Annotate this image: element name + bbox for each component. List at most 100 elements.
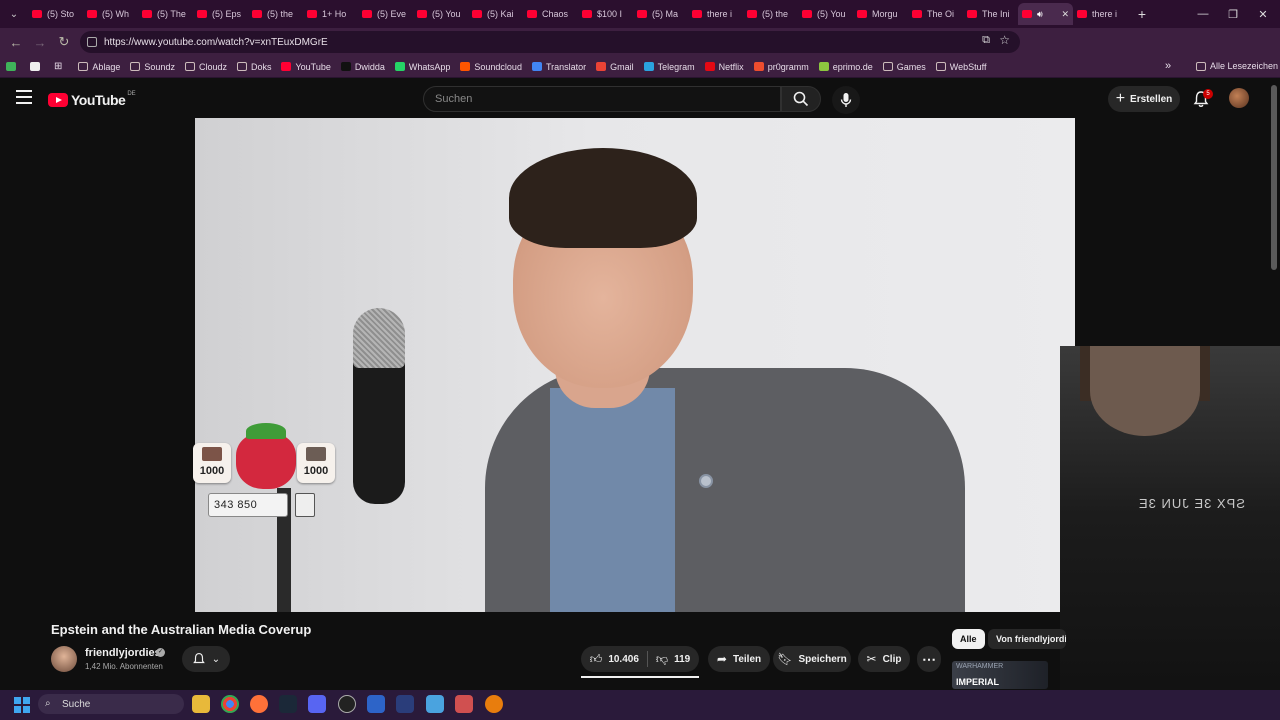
tab-list: (5) Sto (5) Wh (5) The (5) Eps (5) the 1+ Ho (… [28, 3, 1128, 25]
eprimo-icon [818, 62, 829, 71]
browser-tab[interactable]: (5) The [138, 3, 193, 25]
bookmark-item[interactable]: WebStuff [935, 62, 986, 72]
minimize-window-button[interactable]: — [1188, 0, 1218, 28]
site-info-icon[interactable] [87, 37, 97, 47]
bookmark-item[interactable]: Translator [531, 62, 586, 72]
tab-title: The Ini [982, 9, 1010, 19]
steam-icon[interactable] [279, 695, 297, 713]
browser-tab[interactable]: 1+ Ho [303, 3, 358, 25]
browser-tab[interactable]: (5) You [798, 3, 853, 25]
bookmark-item[interactable]: Gmail [596, 62, 634, 72]
overlay-counter-left: 1000 [199, 465, 225, 477]
page-scrollbar[interactable] [1271, 85, 1277, 270]
back-button[interactable]: ← [4, 30, 28, 54]
tab-title: (5) Kai [487, 9, 514, 19]
browser-tab[interactable]: (5) Eve [358, 3, 413, 25]
channel-name[interactable]: friendlyjordies [85, 647, 161, 659]
file-explorer-icon[interactable] [192, 695, 210, 713]
app-icon[interactable] [367, 695, 385, 713]
browser-tab[interactable]: there i [688, 3, 743, 25]
bookmark-item[interactable]: Games [882, 62, 926, 72]
more-actions-button[interactable]: ⋯ [917, 646, 941, 672]
browser-tab[interactable]: Morgu [853, 3, 908, 25]
subscription-bell-button[interactable]: ⌄ [182, 646, 230, 672]
cast-icon[interactable]: ⧉ [982, 34, 990, 47]
bookmarks-overflow-icon[interactable]: » [1165, 60, 1171, 72]
forward-button[interactable]: → [28, 30, 52, 54]
search-input[interactable]: Suchen [423, 86, 781, 112]
share-button[interactable]: ➦ Teilen [708, 646, 770, 672]
taskbar-search[interactable]: ⌕ Suche [38, 694, 184, 714]
blender-icon[interactable] [485, 695, 503, 713]
bookmark-star-icon[interactable]: ☆ [999, 33, 1010, 47]
search-button[interactable] [781, 86, 821, 112]
bookmark-item[interactable]: pr0gramm [753, 62, 809, 72]
chrome-icon[interactable] [221, 695, 239, 713]
save-button[interactable]: 🔖︎ Speichern [773, 646, 851, 672]
discord-icon[interactable] [308, 695, 326, 713]
bookmark-white-icon[interactable] [30, 62, 40, 71]
browser-tab[interactable]: there i [1073, 3, 1128, 25]
bookmark-green-icon[interactable] [6, 62, 16, 71]
image-viewer-icon[interactable] [455, 695, 473, 713]
browser-tab[interactable]: $100 I [578, 3, 633, 25]
firefox-icon[interactable] [250, 695, 268, 713]
terminal-icon[interactable] [396, 695, 414, 713]
browser-tab[interactable]: (5) Sto [28, 3, 83, 25]
new-tab-button[interactable]: + [1128, 6, 1156, 22]
bookmark-item[interactable]: Dwidda [340, 62, 385, 72]
like-button[interactable]: 👍︎ 10.406 [590, 652, 639, 667]
chip-all[interactable]: Alle [952, 629, 985, 649]
browser-tab[interactable]: (5) the [248, 3, 303, 25]
browser-tab[interactable]: (5) the [743, 3, 798, 25]
tab-title: (5) Sto [47, 9, 75, 19]
dislike-button[interactable]: 👎︎ 119 [656, 652, 690, 667]
bookmark-item[interactable]: Ablage [78, 62, 120, 72]
apps-grid-icon[interactable]: ⊞ [54, 61, 62, 72]
browser-tab[interactable]: (5) Kai [468, 3, 523, 25]
browser-tab-strip: ⌄ (5) Sto (5) Wh (5) The (5) Eps (5) the 1+ H… [0, 0, 1280, 28]
obs-icon[interactable] [338, 695, 356, 713]
tab-audio-icon[interactable]: 🔊︎ [1037, 9, 1043, 20]
bookmark-item[interactable]: Telegram [643, 62, 695, 72]
search-icon: ⌕ [45, 698, 51, 709]
voice-search-button[interactable] [832, 86, 860, 114]
bookmark-item[interactable]: Cloudz [184, 62, 227, 72]
chip-from-channel[interactable]: Von friendlyjordies [988, 629, 1066, 649]
windows-start-icon[interactable] [14, 697, 30, 713]
bookmark-item[interactable]: WhatsApp [394, 62, 450, 72]
menu-hamburger-icon[interactable] [16, 90, 32, 104]
browser-tab[interactable]: (5) Wh [83, 3, 138, 25]
bookmark-item[interactable]: YouTube [281, 62, 331, 72]
channel-avatar[interactable] [51, 646, 77, 672]
all-bookmarks-folder[interactable]: Alle Lesezeichen [1196, 61, 1278, 71]
browser-tab[interactable]: Chaos [523, 3, 578, 25]
video-player[interactable] [195, 118, 1075, 612]
bookmark-item[interactable]: eprimo.de [818, 62, 873, 72]
like-active-indicator [581, 676, 699, 678]
tab-close-icon[interactable]: ✕ [1061, 9, 1069, 20]
tab-search-menu-icon[interactable]: ⌄ [0, 0, 28, 28]
bookmark-item[interactable]: Doks [236, 62, 271, 72]
reload-button[interactable]: ↻ [52, 30, 76, 54]
browser-tab[interactable]: 🔊︎ ✕ [1018, 3, 1073, 25]
tab-title: (5) Eve [377, 9, 407, 19]
address-bar[interactable]: https://www.youtube.com/watch?v=xnTEuxDM… [80, 31, 1020, 53]
close-window-button[interactable]: ✕ [1248, 0, 1278, 28]
browser-tab[interactable]: (5) Eps [193, 3, 248, 25]
bookmark-item[interactable]: Soundz [130, 62, 175, 72]
user-avatar[interactable] [1229, 88, 1249, 108]
browser-tab[interactable]: (5) Ma [633, 3, 688, 25]
bookmark-item[interactable]: Netflix [704, 62, 744, 72]
browser-tab[interactable]: The Ini [963, 3, 1018, 25]
maximize-window-button[interactable]: ❐ [1218, 0, 1248, 28]
browser-tab[interactable]: The Oi [908, 3, 963, 25]
youtube-logo[interactable]: YouTube DE [48, 91, 136, 108]
notepad-icon[interactable] [426, 695, 444, 713]
browser-tab[interactable]: (5) You [413, 3, 468, 25]
bookmark-item[interactable]: Soundcloud [460, 62, 522, 72]
recommended-video-thumbnail[interactable]: WARHAMMER IMPERIAL [952, 661, 1048, 689]
create-button[interactable]: + Erstellen [1108, 86, 1180, 112]
tab-title: (5) the [762, 9, 789, 19]
clip-button[interactable]: ✂ Clip [858, 646, 910, 672]
